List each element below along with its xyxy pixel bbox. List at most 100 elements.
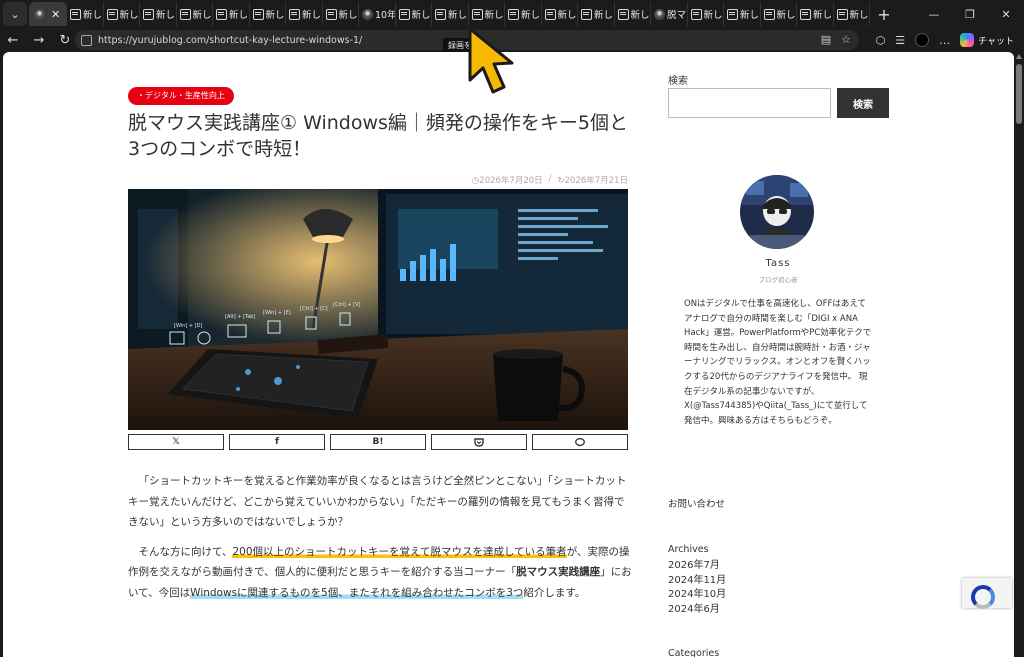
hero-label: [Alt] + [Tab] xyxy=(225,314,255,320)
extensions-icon[interactable]: ⬡ xyxy=(876,34,886,47)
tab-title: 新し xyxy=(740,10,760,21)
updated-date: ↻2026年7月21日 xyxy=(557,176,628,186)
browser-tab[interactable]: 新し xyxy=(250,2,286,26)
tab-title: 新し xyxy=(776,10,796,21)
new-tab-page-icon xyxy=(763,8,775,20)
browser-tab[interactable]: 新し xyxy=(67,2,104,26)
tab-title: 新し xyxy=(703,10,723,21)
back-button[interactable]: ← xyxy=(0,33,26,48)
tab-actions-menu[interactable]: ⌄ xyxy=(3,2,27,26)
copilot-button[interactable]: チャット xyxy=(960,33,1014,47)
browser-tab[interactable]: 新し xyxy=(177,2,213,26)
strong-text: 脱マウス実践講座 xyxy=(516,566,601,578)
profile-avatar[interactable] xyxy=(915,33,930,47)
archives-heading: Archives xyxy=(668,544,709,555)
archive-link[interactable]: 2024年10月 xyxy=(668,588,726,603)
category-badge[interactable]: ・デジタル・生産性向上 xyxy=(128,87,234,105)
archive-link[interactable]: 2024年11月 xyxy=(668,574,726,589)
share-x-button[interactable]: 𝕏 xyxy=(128,434,224,450)
new-tab-page-icon xyxy=(800,8,811,20)
browser-tab[interactable]: 10年 xyxy=(359,2,396,26)
author-bio: ONはデジタルで仕事を高速化し、OFFはあえてアナログで自分の時間を楽しむ「DI… xyxy=(684,299,872,426)
browser-tab[interactable]: 新し xyxy=(615,2,651,26)
chevron-down-icon: ⌄ xyxy=(10,7,20,21)
new-tab-page-icon xyxy=(216,8,227,20)
new-tab-page-icon xyxy=(70,8,81,20)
browser-tab[interactable]: 新し xyxy=(104,2,140,26)
more-menu-icon[interactable]: … xyxy=(939,34,950,47)
reader-view-icon[interactable]: ▤ xyxy=(821,33,831,46)
site-info-icon[interactable] xyxy=(81,34,92,46)
share-buttons: 𝕏 f B! xyxy=(128,434,628,450)
new-tab-button[interactable]: + xyxy=(870,5,898,24)
share-line-button[interactable] xyxy=(532,434,628,450)
scrollbar-thumb[interactable] xyxy=(1016,64,1022,124)
tab-title: 新し xyxy=(302,10,322,21)
new-tab-page-icon xyxy=(252,8,264,20)
browser-tab[interactable]: 新し xyxy=(286,2,323,26)
web-page: ・デジタル・生産性向上 脱マウス実践講座① Windows編｜頻発の操作をキー5… xyxy=(3,52,1014,657)
contact-link[interactable]: お問い合わせ xyxy=(668,496,725,510)
browser-tab[interactable]: 新し xyxy=(432,2,469,26)
minimize-button[interactable]: — xyxy=(916,8,952,21)
copilot-label: チャット xyxy=(978,36,1014,47)
tab-title: 新し xyxy=(83,10,103,21)
hero-label: [Win] + [E] xyxy=(263,310,291,316)
browser-tab[interactable]: 新し xyxy=(140,2,177,26)
new-tab-page-icon xyxy=(289,8,300,20)
browser-tab[interactable]: 新し xyxy=(542,2,578,26)
archive-link[interactable]: 2024年6月 xyxy=(668,603,726,618)
close-window-button[interactable]: ✕ xyxy=(988,8,1024,21)
favorites-icon[interactable]: ☰ xyxy=(895,34,905,47)
tab-title: 新し xyxy=(484,10,504,21)
search-input[interactable] xyxy=(668,88,831,118)
browser-tab[interactable]: 新し xyxy=(323,2,359,26)
tab-title: 新し xyxy=(229,10,249,21)
browser-tab[interactable]: 新し xyxy=(213,2,250,26)
archive-link[interactable]: 2026年7月 xyxy=(668,559,726,574)
recaptcha-badge[interactable] xyxy=(962,578,1012,609)
browser-tab[interactable]: 脱マ xyxy=(651,2,688,26)
tab-title: 新し xyxy=(411,10,431,21)
tab-active[interactable]: ✕ xyxy=(29,2,67,26)
tab-strip: ⌄ ✕ 新し 新し 新し 新し 新し 新し 新し 新し 10年 新し 新し 新し 新し 新し 新し 新し 脱マ新… xyxy=(0,0,1024,28)
new-tab-page-icon xyxy=(143,8,154,20)
browser-tab[interactable]: 新し xyxy=(578,2,615,26)
share-facebook-button[interactable]: f xyxy=(229,434,325,450)
share-pocket-button[interactable] xyxy=(431,434,527,450)
article-body: 「ショートカットキーを覚えると作業効率が良くなるとは言うけど全然ピンとこない」「… xyxy=(128,471,633,612)
hero-label: [Win] + [D] xyxy=(174,323,202,329)
page-scrollbar[interactable] xyxy=(1014,52,1024,657)
scroll-up-icon[interactable] xyxy=(1016,54,1022,59)
hatena-icon: B! xyxy=(372,437,384,447)
browser-tab[interactable]: 新し xyxy=(469,2,505,26)
published-date: ◷2026年7月20日 xyxy=(471,176,543,186)
share-hatena-button[interactable]: B! xyxy=(330,434,426,450)
browser-tab[interactable]: 新し xyxy=(505,2,542,26)
tab-title: 新し xyxy=(119,10,139,21)
author-avatar xyxy=(740,175,814,249)
browser-tab[interactable]: 新し xyxy=(396,2,432,26)
toolbar-right: ⬡ ☰ … チャット xyxy=(876,28,1024,52)
browser-tab[interactable]: 新し xyxy=(724,2,761,26)
favorite-star-icon[interactable]: ☆ xyxy=(841,33,851,46)
browser-tab[interactable]: 新し xyxy=(761,2,797,26)
browser-tab[interactable]: 新し xyxy=(797,2,834,26)
tab-title: 新し xyxy=(594,10,614,21)
recaptcha-icon xyxy=(971,585,995,609)
line-icon xyxy=(575,437,585,447)
paragraph: そんな方に向けて、200個以上のショートカットキーを覚えて脱マウスを達成している… xyxy=(128,545,632,599)
post-dates: ◷2026年7月20日 / ↻2026年7月21日 xyxy=(472,174,628,186)
paragraph: 「ショートカットキーを覚えると作業効率が良くなるとは言うけど全然ピンとこない」「… xyxy=(128,475,627,528)
url-text: https://yurujublog.com/shortcut-kay-lect… xyxy=(98,34,363,46)
search-button[interactable]: 検索 xyxy=(837,88,889,118)
tab-title: 新し xyxy=(813,10,833,21)
restore-button[interactable]: ❐ xyxy=(952,8,988,21)
forward-button[interactable]: → xyxy=(26,33,52,48)
browser-tab[interactable]: 新し xyxy=(688,2,724,26)
new-tab-page-icon xyxy=(398,8,410,20)
author-role: ブログ初心者 xyxy=(758,276,798,284)
new-tab-page-icon xyxy=(508,8,519,20)
browser-tab[interactable]: 新し xyxy=(834,2,870,26)
tab-close-button[interactable]: ✕ xyxy=(51,8,60,21)
